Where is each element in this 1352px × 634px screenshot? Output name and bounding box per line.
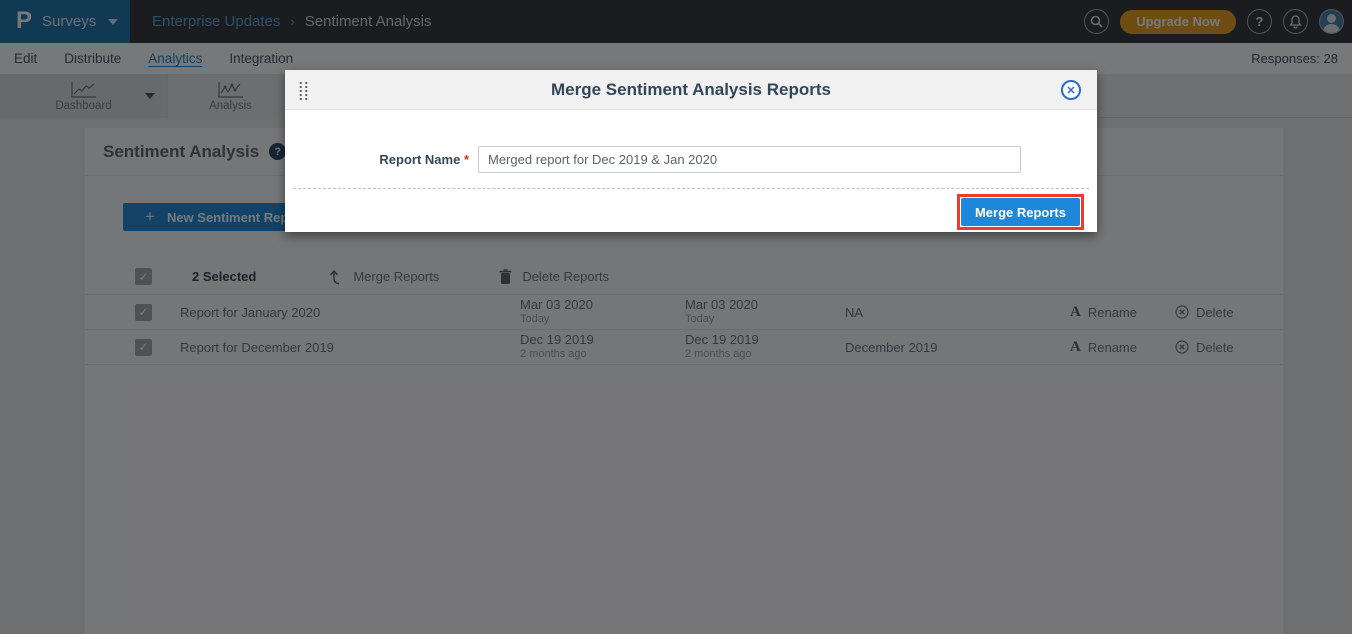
report-name-input[interactable] — [478, 146, 1021, 173]
merge-reports-modal: Merge Sentiment Analysis Reports ✕ Repor… — [285, 70, 1097, 232]
click-annotation-highlight: Merge Reports — [957, 194, 1084, 230]
drag-handle-icon[interactable] — [298, 81, 309, 100]
modal-header: Merge Sentiment Analysis Reports ✕ — [285, 70, 1097, 110]
report-name-label: Report Name * — [285, 152, 478, 167]
modal-close-button[interactable]: ✕ — [1061, 80, 1081, 100]
merge-reports-button[interactable]: Merge Reports — [961, 198, 1080, 226]
close-icon: ✕ — [1066, 84, 1075, 97]
modal-title: Merge Sentiment Analysis Reports — [285, 80, 1097, 100]
modal-footer: Merge Reports — [285, 189, 1097, 230]
report-name-row: Report Name * — [285, 146, 1097, 173]
required-asterisk: * — [464, 152, 469, 167]
